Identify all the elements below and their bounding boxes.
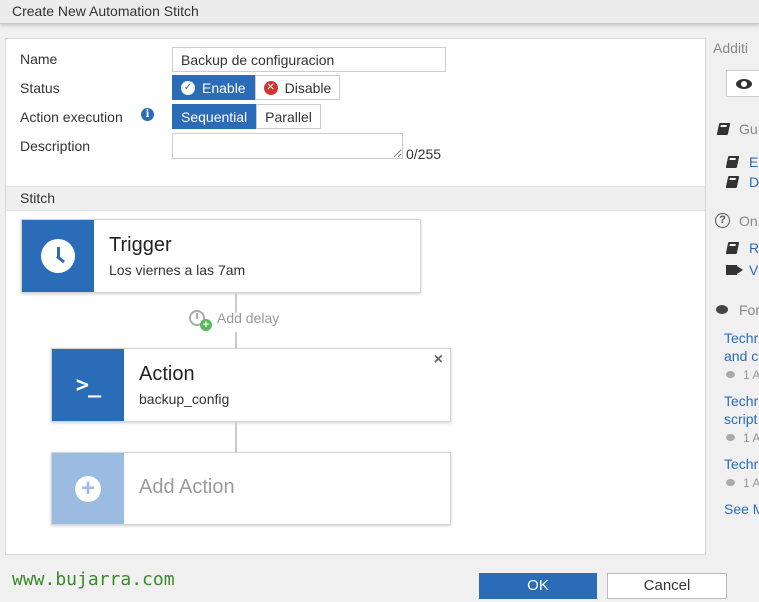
rail-guide-link[interactable]: E [749,154,758,170]
see-more-link[interactable]: See M [724,501,759,517]
execution-parallel-label: Parallel [265,108,312,125]
action-title: Action [139,363,195,385]
stitch-section-label: Stitch [20,190,56,206]
chat-icon [716,305,728,314]
trigger-card-sidebar [22,220,94,292]
action-card[interactable]: >_ Action backup_config × [51,348,451,422]
trigger-title: Trigger [109,234,172,256]
status-enable-button[interactable]: ✓ Enable [172,75,255,100]
execution-sequential-button[interactable]: Sequential [172,104,257,129]
action-card-sidebar: >_ [52,349,124,421]
action-subtitle: backup_config [139,391,230,407]
forum-post-title[interactable]: Techr [724,456,758,472]
status-disable-button[interactable]: ✕ Disable [254,75,341,100]
trigger-subtitle: Los viernes a las 7am [109,262,246,278]
description-textarea[interactable] [172,133,403,159]
forum-post-title[interactable]: Techr [724,330,758,346]
rail-guide-link[interactable]: D [749,174,759,190]
rail-online-link[interactable]: R [749,240,759,256]
question-icon: ? [715,213,730,228]
comment-icon [726,434,735,441]
forum-post-meta: 1 A [743,368,759,382]
add-action-card[interactable]: + Add Action [51,452,451,525]
action-execution-label: Action execution [20,109,123,125]
status-label: Status [20,80,60,96]
rail-guides-label: Gu [739,121,758,137]
connector-line [235,332,237,348]
clock-plus-icon: + [189,310,212,331]
comment-icon [726,371,735,378]
stitch-form-panel: Name Status ✓ Enable ✕ Disable Action ex… [5,38,706,555]
book-icon [716,123,731,135]
ok-button[interactable]: OK [479,573,597,599]
forum-post-title[interactable]: script [724,411,757,427]
eye-icon [736,79,752,89]
rail-heading: Additi [713,40,749,56]
add-action-label: Add Action [139,476,235,498]
add-action-sidebar: + [52,453,124,524]
execution-sequential-label: Sequential [181,108,248,125]
forum-post-meta: 1 A [743,476,759,490]
book-icon [725,242,740,254]
rail-online-link[interactable]: V [749,262,758,278]
cancel-button[interactable]: Cancel [607,573,727,599]
close-icon[interactable]: × [434,351,443,369]
comment-icon [726,479,735,486]
execution-parallel-button[interactable]: Parallel [256,104,321,129]
status-enable-label: Enable [202,79,246,96]
execution-toggle: Sequential Parallel [172,104,321,129]
stitch-section-header: Stitch [6,186,705,211]
view-button[interactable] [726,70,759,97]
connector-line [235,422,237,452]
watermark-text: www.bujarra.com [12,569,175,590]
rail-online-label: On [739,213,758,229]
add-delay-button[interactable]: + Add delay [189,310,280,331]
info-icon[interactable]: i [141,108,154,121]
check-icon: ✓ [181,80,195,95]
plus-circle-icon: + [75,475,101,502]
rail-forum-label: For [739,302,759,318]
add-delay-label: Add delay [217,310,280,326]
x-circle-icon: ✕ [263,80,278,95]
dialog-title: Create New Automation Stitch [12,3,199,19]
terminal-icon: >_ [75,372,101,398]
book-icon [725,176,740,188]
forum-post-title[interactable]: and c [724,348,758,364]
name-input[interactable] [172,47,446,72]
video-icon [726,265,737,275]
status-toggle: ✓ Enable ✕ Disable [172,75,341,100]
status-disable-label: Disable [284,79,332,96]
forum-post-meta: 1 A [743,431,759,445]
book-icon [725,156,740,168]
dialog-titlebar: Create New Automation Stitch [0,0,759,24]
description-counter: 0/255 [406,146,442,162]
name-label: Name [20,51,58,67]
forum-post-title[interactable]: Techr [724,393,758,409]
additional-info-rail: Additi Gu E D ? On R V For Techr and c 1… [706,24,759,569]
trigger-card[interactable]: Trigger Los viernes a las 7am [21,219,421,293]
clock-icon [41,239,75,273]
description-label: Description [20,138,91,154]
